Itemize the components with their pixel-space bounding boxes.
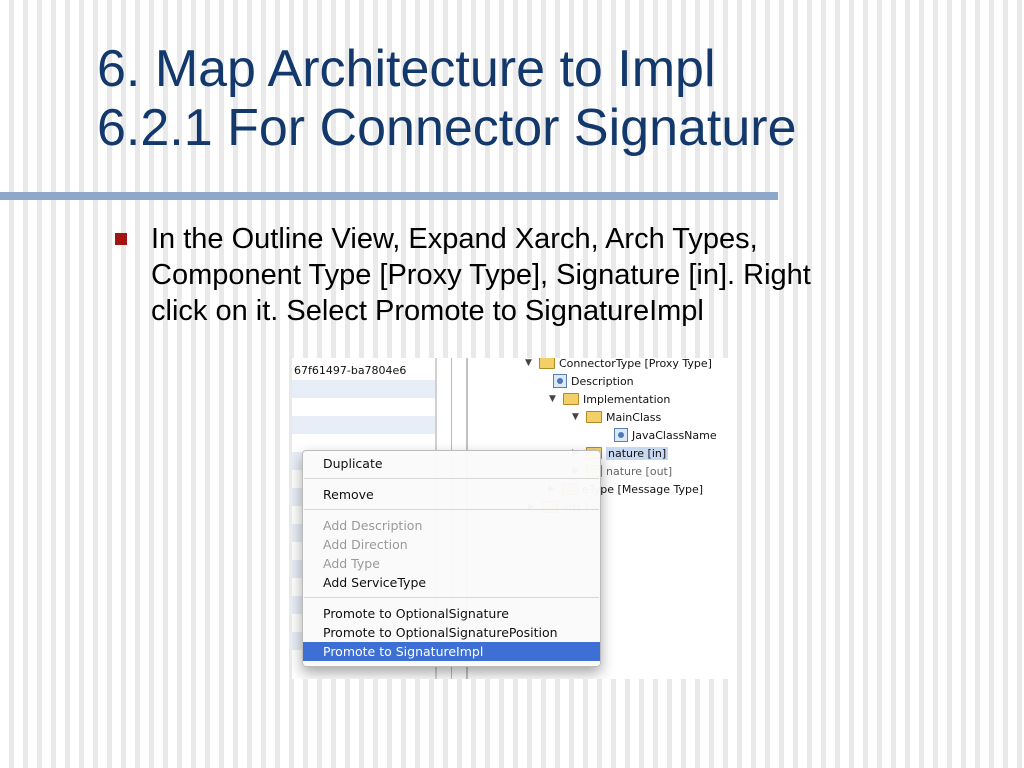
tree-node-label: Implementation bbox=[583, 392, 671, 406]
expand-triangle-icon[interactable]: ▼ bbox=[549, 394, 563, 404]
tree-node-java-class-name[interactable]: JavaClassName bbox=[614, 426, 717, 444]
menu-item-promote-signature-impl[interactable]: Promote to SignatureImpl bbox=[303, 642, 600, 661]
title-line-1: 6. Map Architecture to Impl bbox=[97, 40, 716, 98]
tree-node-label: Description bbox=[571, 374, 634, 388]
expand-triangle-icon[interactable]: ▼ bbox=[572, 412, 586, 422]
folder-open-icon bbox=[539, 358, 555, 369]
title-divider bbox=[0, 192, 778, 200]
square-bullet-icon bbox=[115, 233, 127, 245]
tree-node-main-class[interactable]: ▼ MainClass bbox=[572, 408, 661, 426]
menu-item-promote-optional-signature[interactable]: Promote to OptionalSignature bbox=[303, 604, 600, 623]
slide-title: 6. Map Architecture to Impl 6.2.1 For Co… bbox=[97, 40, 797, 158]
menu-separator bbox=[304, 597, 599, 598]
tree-node-label: nature [out] bbox=[606, 464, 673, 478]
list-item[interactable]: 67f61497-ba7804e6 bbox=[292, 362, 435, 380]
element-icon bbox=[614, 428, 628, 442]
context-menu: Duplicate Remove Add Description Add Dir… bbox=[302, 450, 601, 667]
list-item[interactable] bbox=[292, 380, 435, 398]
bullet-item: In the Outline View, Expand Xarch, Arch … bbox=[115, 221, 955, 329]
folder-open-icon bbox=[586, 411, 602, 423]
menu-separator bbox=[304, 509, 599, 510]
element-icon bbox=[553, 374, 567, 388]
tree-node-implementation[interactable]: ▼ Implementation bbox=[549, 390, 670, 408]
list-item[interactable] bbox=[292, 398, 435, 416]
menu-item-remove[interactable]: Remove bbox=[303, 485, 600, 504]
menu-item-add-description[interactable]: Add Description bbox=[303, 516, 600, 535]
tree-node-connector-type[interactable]: ▼ ConnectorType [Proxy Type] bbox=[525, 358, 712, 372]
expand-triangle-icon[interactable]: ▼ bbox=[525, 358, 539, 368]
folder-open-icon bbox=[563, 393, 579, 405]
tree-node-label: nature [in] bbox=[606, 446, 669, 460]
outline-view-screenshot: 67f61497-ba7804e6 ▼ ConnectorType [Proxy… bbox=[292, 358, 728, 679]
menu-item-add-direction[interactable]: Add Direction bbox=[303, 535, 600, 554]
tree-node-label: JavaClassName bbox=[632, 428, 717, 442]
tree-node-label: MainClass bbox=[606, 410, 662, 424]
menu-item-add-type[interactable]: Add Type bbox=[303, 554, 600, 573]
menu-separator bbox=[304, 478, 599, 479]
id-cell: 67f61497-ba7804e6 bbox=[294, 364, 407, 377]
bullet-text: In the Outline View, Expand Xarch, Arch … bbox=[151, 223, 811, 327]
tree-node-label: ConnectorType [Proxy Type] bbox=[559, 358, 712, 370]
menu-item-promote-optional-signature-position[interactable]: Promote to OptionalSignaturePosition bbox=[303, 623, 600, 642]
menu-item-add-service-type[interactable]: Add ServiceType bbox=[303, 573, 600, 592]
tree-node-description[interactable]: Description bbox=[553, 372, 634, 390]
title-line-2: 6.2.1 For Connector Signature bbox=[97, 99, 797, 157]
list-item[interactable] bbox=[292, 416, 435, 434]
menu-item-duplicate[interactable]: Duplicate bbox=[303, 454, 600, 473]
